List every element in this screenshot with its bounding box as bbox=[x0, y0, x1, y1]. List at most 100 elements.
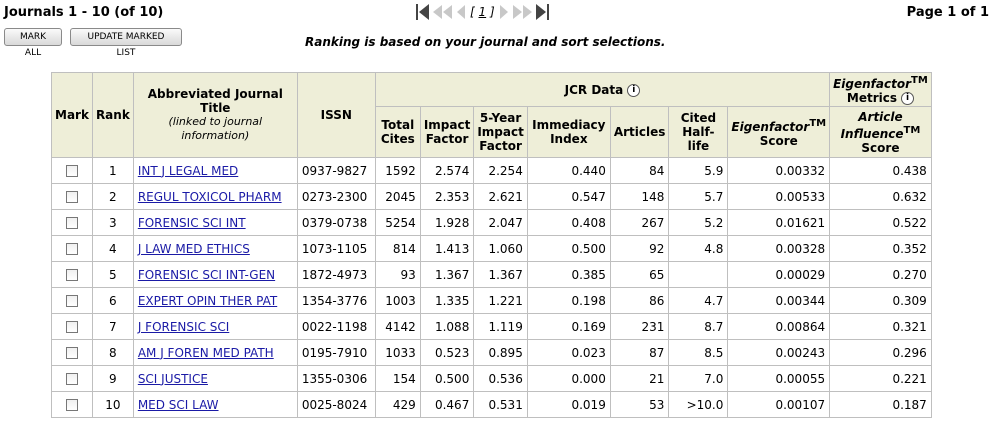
current-page-number[interactable]: 1 bbox=[479, 5, 487, 19]
mark-checkbox[interactable] bbox=[65, 269, 78, 281]
five-year-impact-cell: 0.536 bbox=[474, 366, 527, 391]
journal-title-link[interactable]: AM J FOREN MED PATH bbox=[138, 346, 274, 360]
col-eigenfactor-score: EigenfactorTM Score bbox=[728, 107, 830, 157]
eigenfactor-cell: 0.00328 bbox=[728, 236, 830, 261]
articles-cell: 86 bbox=[610, 288, 669, 313]
mark-checkbox[interactable] bbox=[65, 373, 78, 385]
mark-all-button[interactable]: MARK ALL bbox=[4, 28, 62, 58]
title-cell: INT J LEGAL MED bbox=[133, 158, 297, 183]
next-page-icon[interactable] bbox=[498, 2, 510, 22]
mark-cell bbox=[52, 184, 92, 209]
immediacy-cell: 0.385 bbox=[527, 262, 610, 287]
mark-checkbox[interactable] bbox=[65, 217, 78, 229]
half-life-cell: 4.8 bbox=[669, 236, 728, 261]
eigenfactor-group-label: Eigenfactor bbox=[833, 77, 912, 91]
jcr-data-group: JCR Data i bbox=[375, 73, 830, 106]
col-title: Abbreviated Journal Title (linked to jou… bbox=[133, 73, 297, 157]
article-influence-cell: 0.522 bbox=[830, 210, 931, 235]
rank-cell: 1 bbox=[92, 158, 133, 183]
mark-checkbox[interactable] bbox=[65, 243, 78, 255]
immediacy-cell: 0.019 bbox=[527, 392, 610, 417]
col-five-year-impact: 5-Year Impact Factor bbox=[474, 107, 527, 157]
immediacy-cell: 0.023 bbox=[527, 340, 610, 365]
total-cites-cell: 154 bbox=[375, 366, 420, 391]
title-cell: FORENSIC SCI INT bbox=[133, 210, 297, 235]
mark-checkbox[interactable] bbox=[65, 165, 78, 177]
journal-title-link[interactable]: FORENSIC SCI INT bbox=[138, 216, 246, 230]
first-page-icon[interactable] bbox=[415, 2, 431, 22]
info-icon[interactable]: i bbox=[627, 83, 641, 97]
title-cell: AM J FOREN MED PATH bbox=[133, 340, 297, 365]
issn-cell: 0022-1198 bbox=[297, 314, 375, 339]
five-year-impact-cell: 1.367 bbox=[474, 262, 527, 287]
journal-title-link[interactable]: EXPERT OPIN THER PAT bbox=[138, 294, 277, 308]
five-year-impact-cell: 2.621 bbox=[474, 184, 527, 209]
ranking-message: Ranking is based on your journal and sor… bbox=[305, 35, 666, 49]
next-ten-icon[interactable] bbox=[510, 2, 534, 22]
issn-cell: 0195-7910 bbox=[297, 340, 375, 365]
journal-title-link[interactable]: J FORENSIC SCI bbox=[138, 320, 229, 334]
journal-title-link[interactable]: REGUL TOXICOL PHARM bbox=[138, 190, 282, 204]
col-total-cites: Total Cites bbox=[375, 107, 420, 157]
five-year-impact-cell: 0.895 bbox=[474, 340, 527, 365]
article-influence-cell: 0.187 bbox=[830, 392, 931, 417]
table-row: 6 EXPERT OPIN THER PAT 1354-3776 1003 1.335 1… bbox=[52, 288, 931, 313]
col-impact-factor: Impact Factor bbox=[420, 107, 474, 157]
half-life-cell: 7.0 bbox=[669, 366, 728, 391]
mark-checkbox[interactable] bbox=[65, 321, 78, 333]
impact-factor-cell: 0.500 bbox=[420, 366, 474, 391]
article-influence-cell: 0.270 bbox=[830, 262, 931, 287]
journal-title-link[interactable]: FORENSIC SCI INT-GEN bbox=[138, 268, 275, 282]
table-row: 9 SCI JUSTICE 1355-0306 154 0.500 0.536 0.000 2… bbox=[52, 366, 931, 391]
mark-checkbox[interactable] bbox=[65, 347, 78, 359]
journal-title-link[interactable]: SCI JUSTICE bbox=[138, 372, 208, 386]
score-label: Score bbox=[861, 140, 900, 155]
articles-cell: 267 bbox=[610, 210, 669, 235]
current-page-indicator: [ 1 ] bbox=[470, 5, 495, 19]
mark-cell bbox=[52, 366, 92, 391]
rank-cell: 10 bbox=[92, 392, 133, 417]
mark-cell bbox=[52, 236, 92, 261]
rank-cell: 5 bbox=[92, 262, 133, 287]
half-life-cell: 5.2 bbox=[669, 210, 728, 235]
half-life-cell: >10.0 bbox=[669, 392, 728, 417]
eigenfactor-cell: 0.00344 bbox=[728, 288, 830, 313]
issn-cell: 0379-0738 bbox=[297, 210, 375, 235]
journal-title-link[interactable]: INT J LEGAL MED bbox=[138, 164, 238, 178]
mark-checkbox[interactable] bbox=[65, 295, 78, 307]
previous-page-icon[interactable] bbox=[455, 2, 467, 22]
immediacy-cell: 0.198 bbox=[527, 288, 610, 313]
metrics-label: Metrics bbox=[846, 91, 897, 105]
mark-cell bbox=[52, 210, 92, 235]
mark-checkbox[interactable] bbox=[65, 191, 78, 203]
mark-checkbox[interactable] bbox=[65, 399, 78, 411]
trademark-mark: TM bbox=[911, 75, 928, 86]
impact-factor-cell: 1.413 bbox=[420, 236, 474, 261]
articles-cell: 231 bbox=[610, 314, 669, 339]
table-row: 7J FORENSIC SCI 0022-1198 4142 1.088 1.119 0.… bbox=[52, 314, 931, 339]
immediacy-cell: 0.169 bbox=[527, 314, 610, 339]
impact-factor-cell: 1.088 bbox=[420, 314, 474, 339]
table-row: 5 FORENSIC SCI INT-GEN 1872-4973 93 1.367 1.3… bbox=[52, 262, 931, 287]
info-icon[interactable]: i bbox=[901, 92, 914, 105]
table-row: 1 INT J LEGAL MED 0937-9827 1592 2.574 2.254 0… bbox=[52, 158, 931, 183]
last-page-icon[interactable] bbox=[534, 2, 550, 22]
rank-cell: 9 bbox=[92, 366, 133, 391]
mark-cell bbox=[52, 314, 92, 339]
table-row: 4J LAW MED ETHICS 1073-1105 814 1.413 1.060 0… bbox=[52, 236, 931, 261]
five-year-impact-cell: 2.254 bbox=[474, 158, 527, 183]
col-title-sublabel: (linked to journal information) bbox=[168, 115, 263, 142]
impact-factor-cell: 1.928 bbox=[420, 210, 474, 235]
articles-cell: 92 bbox=[610, 236, 669, 261]
journal-title-link[interactable]: MED SCI LAW bbox=[138, 398, 219, 412]
title-cell: REGUL TOXICOL PHARM bbox=[133, 184, 297, 209]
immediacy-cell: 0.408 bbox=[527, 210, 610, 235]
col-immediacy-index: Immediacy Index bbox=[527, 107, 610, 157]
update-marked-list-button[interactable]: UPDATE MARKED LIST bbox=[70, 28, 182, 58]
title-cell: J FORENSIC SCI bbox=[133, 314, 297, 339]
previous-ten-icon[interactable] bbox=[431, 2, 455, 22]
issn-cell: 1354-3776 bbox=[297, 288, 375, 313]
journal-title-link[interactable]: J LAW MED ETHICS bbox=[138, 242, 250, 256]
issn-cell: 1872-4973 bbox=[297, 262, 375, 287]
impact-factor-cell: 2.353 bbox=[420, 184, 474, 209]
